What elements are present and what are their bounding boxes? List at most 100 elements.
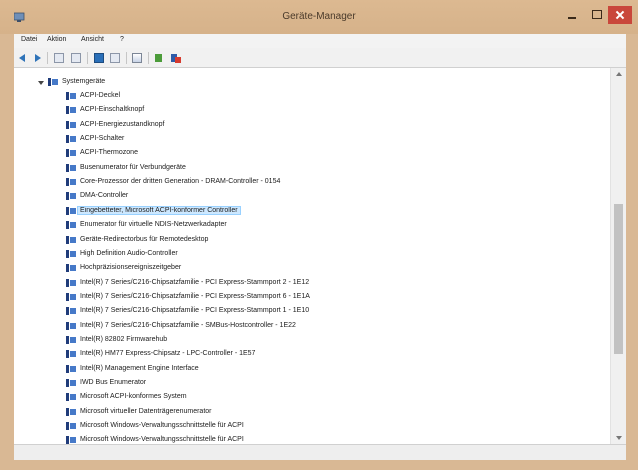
device-list-item[interactable]: Microsoft virtueller Datenträgerenumerat… (14, 405, 610, 419)
device-list-item[interactable]: ACPI-Schalter (14, 132, 610, 146)
device-list-item[interactable]: Intel(R) 7 Series/C216-Chipsatzfamilie -… (14, 304, 610, 318)
uninstall-device-icon[interactable] (170, 53, 181, 63)
device-label: Intel(R) 7 Series/C216-Chipsatzfamilie -… (80, 292, 310, 300)
toolbar-separator (126, 52, 127, 64)
tree-category-label: Systemgeräte (62, 78, 106, 85)
device-icon (66, 364, 76, 373)
device-label: Intel(R) 7 Series/C216-Chipsatzfamilie -… (80, 321, 296, 329)
device-list-item[interactable]: Intel(R) 7 Series/C216-Chipsatzfamilie -… (14, 276, 610, 290)
device-label: ACPI-Deckel (80, 92, 121, 99)
device-label: Microsoft Windows-Verwaltungsschnittstel… (80, 422, 244, 430)
device-label: IWD Bus Enumerator (80, 379, 147, 386)
device-list-item[interactable]: Intel(R) 7 Series/C216-Chipsatzfamilie -… (14, 290, 610, 304)
device-icon (66, 321, 76, 330)
device-label: Busenumerator für Verbundgeräte (80, 163, 186, 171)
device-list-item[interactable]: Intel(R) 82802 Firmwarehub (14, 333, 610, 347)
device-list-item[interactable]: High Definition Audio-Controller (14, 247, 610, 261)
device-label: High Definition Audio-Controller (80, 249, 178, 257)
device-label: Microsoft virtueller Datenträgerenumerat… (80, 407, 212, 415)
device-icon (66, 106, 76, 115)
device-icon (66, 235, 76, 244)
device-list-item[interactable]: Intel(R) Management Engine Interface (14, 362, 610, 376)
device-icon (66, 393, 76, 402)
device-label: Microsoft Windows-Verwaltungsschnittstel… (80, 436, 244, 444)
scroll-up-icon[interactable] (616, 72, 622, 76)
device-label: Eingebetteter, Microsoft ACPI-konformer … (77, 205, 241, 215)
device-icon (66, 206, 76, 215)
back-arrow-icon[interactable] (19, 53, 29, 63)
device-label: ACPI-Energiezustandknopf (80, 120, 165, 128)
title-bar[interactable]: Geräte-Manager (0, 0, 638, 34)
device-list-item[interactable]: Eingebetteter, Microsoft ACPI-konformer … (14, 204, 610, 218)
device-label: Hochpräzisionsereigniszeitgeber (80, 264, 182, 272)
device-icon (66, 221, 76, 230)
menu-help[interactable]: ? (120, 36, 124, 43)
device-icon (66, 379, 76, 387)
expand-collapse-icon[interactable] (38, 81, 44, 85)
toolbar-separator (87, 52, 88, 64)
device-icon (66, 92, 76, 100)
device-icon (66, 264, 76, 273)
device-list-item[interactable]: Geräte-Redirectorbus für Remotedesktop (14, 233, 610, 247)
device-list-item[interactable]: ACPI-Einschaltknopf (14, 103, 610, 117)
device-list-item[interactable]: IWD Bus Enumerator (14, 376, 610, 390)
properties-icon[interactable] (71, 53, 81, 63)
scroll-down-icon[interactable] (616, 436, 622, 440)
tree-category-systemgeraete[interactable]: Systemgeräte (14, 75, 610, 89)
device-list-item[interactable]: ACPI-Deckel (14, 89, 610, 103)
device-label: Enumerator für virtuelle NDIS-Netzwerkad… (80, 221, 227, 229)
device-category-icon (48, 78, 58, 86)
scan-hardware-icon[interactable] (132, 53, 142, 63)
device-label: ACPI-Thermozone (80, 149, 138, 157)
menu-ansicht[interactable]: Ansicht (81, 36, 104, 43)
menu-datei[interactable]: Datei (21, 36, 37, 43)
device-list-item[interactable]: Intel(R) HM77 Express-Chipsatz - LPC-Con… (14, 347, 610, 361)
close-button[interactable] (608, 6, 632, 24)
device-label: Intel(R) 7 Series/C216-Chipsatzfamilie -… (80, 307, 310, 315)
device-list-item[interactable]: ACPI-Energiezustandknopf (14, 118, 610, 132)
device-list-item[interactable]: Intel(R) 7 Series/C216-Chipsatzfamilie -… (14, 319, 610, 333)
device-icon (66, 192, 76, 201)
device-list-item[interactable]: Microsoft Windows-Verwaltungsschnittstel… (14, 433, 610, 444)
device-tree[interactable]: Systemgeräte ACPI-Deckel ACPI-Einschaltkn… (14, 68, 626, 444)
device-label: ACPI-Einschaltknopf (80, 106, 145, 114)
device-icon (66, 135, 76, 144)
device-list-item[interactable]: Microsoft Windows-Verwaltungsschnittstel… (14, 419, 610, 433)
device-label: Microsoft ACPI-konformes System (80, 393, 187, 401)
toolbar-separator (47, 52, 48, 64)
device-label: DMA-Controller (80, 192, 129, 200)
device-icon (66, 335, 76, 344)
device-list-item[interactable]: Core-Prozessor der dritten Generation - … (14, 175, 610, 189)
device-list-item[interactable]: Hochpräzisionsereigniszeitgeber (14, 261, 610, 275)
device-label: Core-Prozessor der dritten Generation - … (80, 178, 281, 186)
status-bar (14, 444, 626, 460)
toolbar-separator (148, 52, 149, 64)
minimize-button[interactable] (560, 6, 584, 24)
device-icon (66, 350, 76, 359)
vertical-scrollbar[interactable] (610, 68, 626, 444)
device-manager-window: Geräte-Manager Datei Aktion Ansicht ? Sy… (0, 0, 638, 470)
device-list-item[interactable]: Enumerator für virtuelle NDIS-Netzwerkad… (14, 218, 610, 232)
device-label: Intel(R) 82802 Firmwarehub (80, 335, 168, 343)
maximize-button[interactable] (584, 6, 608, 24)
device-label: Geräte-Redirectorbus für Remotedesktop (80, 235, 209, 243)
forward-arrow-icon[interactable] (32, 53, 42, 63)
device-icon (66, 149, 76, 158)
device-icon (66, 163, 76, 172)
help-icon[interactable] (94, 53, 104, 63)
menu-aktion[interactable]: Aktion (47, 36, 66, 43)
device-icon (66, 307, 76, 316)
device-label: Intel(R) HM77 Express-Chipsatz - LPC-Con… (80, 350, 256, 358)
scrollbar-thumb[interactable] (614, 204, 623, 354)
device-list-item[interactable]: Microsoft ACPI-konformes System (14, 390, 610, 404)
device-list-item[interactable]: Busenumerator für Verbundgeräte (14, 161, 610, 175)
device-label: ACPI-Schalter (80, 135, 125, 143)
view-icon[interactable] (110, 53, 120, 63)
device-list-item[interactable]: ACPI-Thermozone (14, 146, 610, 160)
window-frame-bottom (0, 460, 638, 470)
show-hide-tree-icon[interactable] (54, 53, 64, 63)
device-icon (66, 278, 76, 287)
toolbar (14, 48, 626, 68)
device-list-item[interactable]: DMA-Controller (14, 189, 610, 203)
update-driver-icon[interactable] (154, 53, 164, 63)
